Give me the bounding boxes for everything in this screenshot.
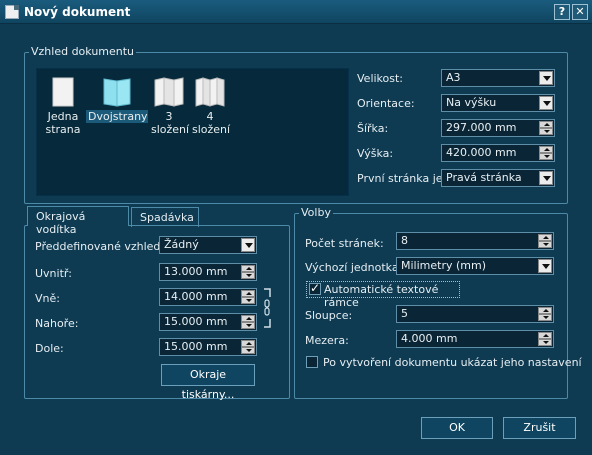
preset-value: Žádný xyxy=(164,238,199,251)
four-fold-icon xyxy=(195,77,225,107)
bottom-label: Dole: xyxy=(35,342,64,355)
spin-down-icon[interactable] xyxy=(539,128,553,135)
printer-margins-button[interactable]: Okraje tiskárny... xyxy=(161,364,255,401)
ok-button[interactable]: OK xyxy=(421,417,493,439)
size-value: A3 xyxy=(446,71,461,84)
spin-down-icon[interactable] xyxy=(539,153,553,160)
spin-up-icon[interactable] xyxy=(241,265,255,272)
spin-down-icon[interactable] xyxy=(538,241,552,248)
gap-label: Mezera: xyxy=(305,334,349,347)
columns-spinbox[interactable]: 5 xyxy=(396,305,554,323)
gap-spinbox[interactable]: 4.000 mm xyxy=(396,330,554,348)
document-icon xyxy=(5,5,19,19)
top-spinbox[interactable]: 15.000 mm xyxy=(159,313,257,331)
chain-link-icon[interactable] xyxy=(262,288,272,328)
window-title: Nový dokument xyxy=(24,5,131,19)
orientation-select[interactable]: Na výšku xyxy=(441,94,555,112)
show-settings-checkbox[interactable]: Po vytvoření dokumentu ukázat jeho nasta… xyxy=(306,355,582,371)
double-page-icon xyxy=(103,77,131,107)
layout-option-4fold[interactable]: 4 složení xyxy=(192,77,231,136)
group-title: Volby xyxy=(299,206,333,219)
spin-up-icon[interactable] xyxy=(241,340,255,347)
spin-down-icon[interactable] xyxy=(241,272,255,279)
checkbox-icon xyxy=(306,356,318,368)
chevron-down-icon xyxy=(241,238,255,252)
height-value: 420.000 mm xyxy=(446,146,517,159)
spin-up-icon[interactable] xyxy=(539,146,553,153)
outside-spinbox[interactable]: 14.000 mm xyxy=(159,288,257,306)
width-spinbox[interactable]: 297.000 mm xyxy=(441,119,555,137)
layout-option-single[interactable]: Jedna strana xyxy=(45,77,81,136)
unit-value: Milimetry (mm) xyxy=(401,259,486,272)
outside-value: 14.000 mm xyxy=(164,290,228,303)
bottom-spinbox[interactable]: 15.000 mm xyxy=(159,338,257,356)
layout-option-label: 3 složení xyxy=(151,110,190,136)
spin-down-icon[interactable] xyxy=(241,322,255,329)
height-label: Výška: xyxy=(357,147,394,160)
layout-option-label: 4 složení xyxy=(192,110,231,136)
inside-spinbox[interactable]: 13.000 mm xyxy=(159,263,257,281)
tab-margin-guides[interactable]: Okrajová vodítka xyxy=(27,206,129,236)
size-select[interactable]: A3 xyxy=(441,69,555,87)
spin-up-icon[interactable] xyxy=(241,290,255,297)
first-page-value: Pravá stránka xyxy=(446,171,522,184)
help-button[interactable]: ? xyxy=(554,4,570,20)
size-label: Velikost: xyxy=(357,72,404,85)
gap-value: 4.000 mm xyxy=(401,332,458,345)
auto-frames-checkbox[interactable]: Automatické textové rámce xyxy=(306,281,460,309)
pages-spinbox[interactable]: 8 xyxy=(396,232,554,250)
three-fold-icon xyxy=(154,77,184,107)
chevron-down-icon xyxy=(539,96,553,110)
show-settings-label: Po vytvoření dokumentu ukázat jeho nasta… xyxy=(323,356,582,369)
layout-option-double[interactable]: Dvojstrany xyxy=(86,77,148,123)
height-spinbox[interactable]: 420.000 mm xyxy=(441,144,555,162)
pages-label: Počet stránek: xyxy=(305,237,384,250)
tab-bleed[interactable]: Spadávka xyxy=(131,207,199,227)
top-value: 15.000 mm xyxy=(164,315,228,328)
spin-up-icon[interactable] xyxy=(538,332,552,339)
spin-up-icon[interactable] xyxy=(538,234,552,241)
spin-down-icon[interactable] xyxy=(538,339,552,346)
title-bar: Nový dokument ? ✕ xyxy=(0,0,592,24)
layout-option-3fold[interactable]: 3 složení xyxy=(151,77,190,136)
chevron-down-icon xyxy=(538,259,552,273)
layout-option-label: Dvojstrany xyxy=(86,110,148,123)
single-page-icon xyxy=(49,77,77,107)
spin-up-icon[interactable] xyxy=(539,121,553,128)
columns-value: 5 xyxy=(401,307,408,320)
columns-label: Sloupce: xyxy=(305,309,353,322)
chevron-down-icon xyxy=(539,71,553,85)
close-button[interactable]: ✕ xyxy=(572,4,588,20)
group-title: Vzhled dokumentu xyxy=(29,45,137,58)
spin-up-icon[interactable] xyxy=(241,315,255,322)
orientation-label: Orientace: xyxy=(357,97,415,110)
inside-label: Uvnitř: xyxy=(35,267,72,280)
unit-label: Výchozí jednotka: xyxy=(305,261,403,274)
orientation-value: Na výšku xyxy=(446,96,497,109)
top-label: Nahoře: xyxy=(35,317,79,330)
unit-select[interactable]: Milimetry (mm) xyxy=(396,257,554,275)
outside-label: Vně: xyxy=(35,292,60,305)
spin-down-icon[interactable] xyxy=(241,347,255,354)
first-page-select[interactable]: Pravá stránka xyxy=(441,169,555,187)
preset-label: Předdefinované vzhledy: xyxy=(35,240,170,253)
pages-value: 8 xyxy=(401,234,408,247)
bottom-value: 15.000 mm xyxy=(164,340,228,353)
first-page-label: První stránka je: xyxy=(357,172,447,185)
width-value: 297.000 mm xyxy=(446,121,517,134)
layout-option-label: Jedna strana xyxy=(45,110,81,136)
layout-chooser: Jedna strana Dvojstrany 3 složení 4 slož… xyxy=(36,68,349,196)
preset-select[interactable]: Žádný xyxy=(159,236,257,254)
inside-value: 13.000 mm xyxy=(164,265,228,278)
spin-up-icon[interactable] xyxy=(538,307,552,314)
spin-down-icon[interactable] xyxy=(538,314,552,321)
checkbox-icon xyxy=(309,281,321,295)
chevron-down-icon xyxy=(539,171,553,185)
width-label: Šířka: xyxy=(357,122,389,135)
spin-down-icon[interactable] xyxy=(241,297,255,304)
cancel-button[interactable]: Zrušit xyxy=(503,417,576,439)
